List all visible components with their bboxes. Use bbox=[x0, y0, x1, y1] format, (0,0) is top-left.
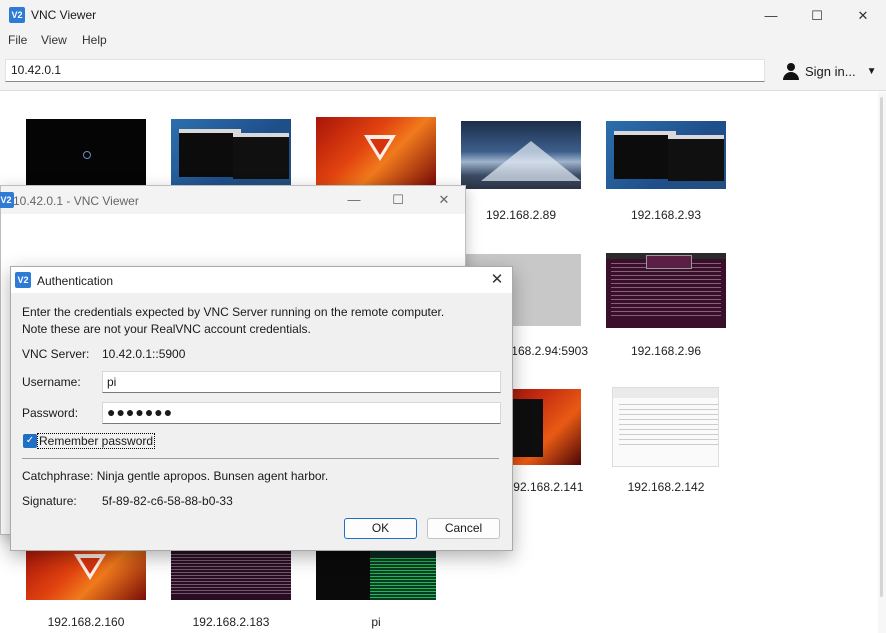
scrollbar[interactable] bbox=[878, 92, 886, 633]
computer-label[interactable]: 192.168.2.96 bbox=[591, 344, 741, 358]
computer-label[interactable]: 192.168.2.183 bbox=[156, 615, 306, 629]
computer-label[interactable]: pi bbox=[301, 615, 451, 629]
cancel-button[interactable]: Cancel bbox=[427, 518, 500, 539]
address-input[interactable]: 10.42.0.1 bbox=[5, 59, 765, 82]
computer-label[interactable]: 192.168.2.93 bbox=[591, 208, 741, 222]
server-label: VNC Server: bbox=[22, 347, 90, 361]
menu-view[interactable]: View bbox=[41, 33, 67, 47]
ok-button[interactable]: OK bbox=[344, 518, 417, 539]
computer-label[interactable]: 192.168.2.89 bbox=[446, 208, 596, 222]
computer-thumbnail[interactable] bbox=[606, 121, 726, 189]
separator bbox=[22, 458, 499, 459]
minimize-button[interactable]: — bbox=[748, 0, 794, 31]
maximize-button[interactable]: ☐ bbox=[794, 0, 840, 31]
scroll-thumb[interactable] bbox=[880, 97, 883, 597]
session-close-button[interactable]: ✕ bbox=[421, 186, 467, 214]
server-value: 10.42.0.1::5900 bbox=[102, 347, 186, 361]
session-title: 10.42.0.1 - VNC Viewer bbox=[13, 194, 139, 208]
window-title: VNC Viewer bbox=[31, 8, 97, 22]
session-maximize-button[interactable]: ☐ bbox=[375, 186, 421, 214]
password-label: Password: bbox=[22, 406, 79, 420]
auth-titlebar: V2 Authentication ✕ bbox=[11, 267, 512, 293]
toolbar: 10.42.0.1 Sign in... ▼ bbox=[0, 51, 886, 91]
auth-message-line1: Enter the credentials expected by VNC Se… bbox=[22, 305, 445, 319]
computer-thumbnail[interactable] bbox=[171, 119, 291, 187]
remember-password-checkbox[interactable]: ✓ bbox=[23, 434, 37, 448]
authentication-dialog: V2 Authentication ✕ Enter the credential… bbox=[10, 266, 513, 551]
menu-help[interactable]: Help bbox=[82, 33, 107, 47]
computer-thumbnail[interactable] bbox=[171, 548, 291, 600]
password-field[interactable]: ●●●●●●● bbox=[102, 402, 501, 424]
sign-in-button[interactable]: Sign in... ▼ bbox=[782, 61, 877, 81]
computer-label[interactable]: 192.168.2.142 bbox=[591, 480, 741, 494]
user-icon bbox=[782, 62, 800, 80]
close-button[interactable]: ✕ bbox=[840, 0, 886, 31]
signature-label: Signature: bbox=[22, 494, 77, 508]
remember-password-label[interactable]: Remember password bbox=[37, 433, 156, 449]
computer-thumbnail[interactable] bbox=[26, 548, 146, 600]
username-field[interactable]: pi bbox=[102, 371, 501, 393]
vnc-logo-icon: V2 bbox=[0, 192, 14, 208]
session-minimize-button[interactable]: — bbox=[331, 186, 377, 214]
menu-file[interactable]: File bbox=[8, 33, 27, 47]
chevron-down-icon[interactable]: ▼ bbox=[867, 66, 877, 77]
computer-thumbnail[interactable] bbox=[612, 387, 719, 467]
auth-close-button[interactable]: ✕ bbox=[485, 269, 509, 291]
vnc-logo-icon: V2 bbox=[9, 7, 25, 23]
menubar: File View Help bbox=[0, 31, 886, 51]
vnc-logo-icon: V2 bbox=[15, 272, 31, 288]
catchphrase: Catchphrase: Ninja gentle apropos. Bunse… bbox=[22, 469, 329, 483]
sign-in-label: Sign in... bbox=[805, 63, 856, 79]
computer-thumbnail[interactable] bbox=[316, 117, 436, 185]
auth-message-line2: Note these are not your RealVNC account … bbox=[22, 322, 311, 336]
main-titlebar: V2 VNC Viewer — ☐ ✕ bbox=[0, 0, 886, 31]
auth-title: Authentication bbox=[37, 274, 114, 288]
signature-value: 5f-89-82-c6-58-88-b0-33 bbox=[102, 494, 233, 508]
username-label: Username: bbox=[22, 375, 81, 389]
computer-thumbnail[interactable] bbox=[606, 253, 726, 328]
computer-thumbnail[interactable] bbox=[316, 548, 436, 600]
computer-thumbnail[interactable] bbox=[26, 119, 146, 187]
computer-label[interactable]: 192.168.2.160 bbox=[11, 615, 161, 629]
computer-thumbnail[interactable] bbox=[461, 121, 581, 189]
session-titlebar: V2 10.42.0.1 - VNC Viewer — ☐ ✕ bbox=[0, 186, 467, 214]
